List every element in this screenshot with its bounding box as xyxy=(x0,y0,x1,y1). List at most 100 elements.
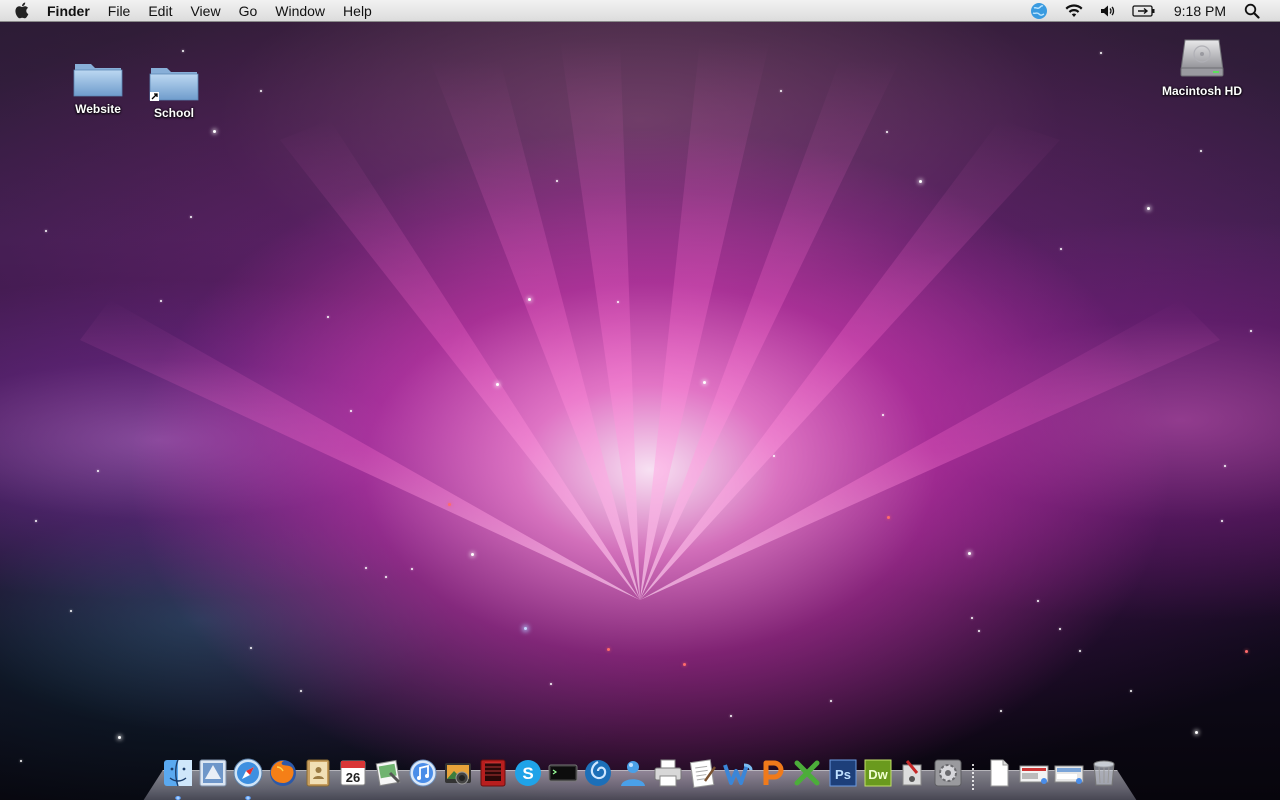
spotlight-search-icon[interactable] xyxy=(1244,0,1260,22)
star xyxy=(556,180,558,182)
menu-edit[interactable]: Edit xyxy=(139,0,181,22)
dock-finder[interactable] xyxy=(161,756,195,800)
star xyxy=(327,316,329,318)
star xyxy=(886,131,888,133)
star xyxy=(496,383,499,386)
menu-go[interactable]: Go xyxy=(230,0,267,22)
star xyxy=(1060,248,1062,250)
dock-ichat[interactable] xyxy=(616,756,650,790)
dock-script-editor[interactable] xyxy=(896,756,930,790)
star xyxy=(35,520,37,522)
menu-help[interactable]: Help xyxy=(334,0,381,22)
finder-icon xyxy=(163,759,192,787)
star xyxy=(1079,650,1081,652)
dock-separator xyxy=(965,756,981,790)
star xyxy=(1037,600,1039,602)
dock-powerpoint[interactable] xyxy=(756,756,790,790)
star xyxy=(1000,710,1002,712)
dock-system-preferences[interactable] xyxy=(931,756,965,790)
star xyxy=(968,552,971,555)
dock-skype[interactable]: S xyxy=(511,756,545,790)
menu-window[interactable]: Window xyxy=(266,0,334,22)
aurora-rays xyxy=(80,40,1220,600)
star xyxy=(550,683,552,685)
safari-icon xyxy=(233,758,262,788)
spotlight-globe-icon[interactable] xyxy=(1030,0,1048,22)
star xyxy=(471,553,474,556)
iphoto-icon xyxy=(444,763,471,785)
dock-ical[interactable]: 26 xyxy=(336,756,370,790)
ichat-icon xyxy=(620,761,645,786)
battery-icon[interactable] xyxy=(1132,0,1156,22)
star xyxy=(887,516,890,519)
document-icon xyxy=(990,759,1008,787)
star xyxy=(97,470,99,472)
dock-safari[interactable] xyxy=(231,756,265,800)
dock-iphoto[interactable] xyxy=(441,756,475,790)
star xyxy=(300,690,302,692)
menu-view[interactable]: View xyxy=(181,0,229,22)
desktop-icon-macintosh-hd[interactable]: Macintosh HD xyxy=(1152,32,1252,98)
menu-file[interactable]: File xyxy=(99,0,140,22)
dock-printer[interactable] xyxy=(651,756,685,790)
dock-trash[interactable] xyxy=(1087,756,1121,790)
dock-stack[interactable] xyxy=(1052,756,1086,790)
dock-cyberduck[interactable] xyxy=(581,756,615,790)
star xyxy=(730,715,732,717)
star xyxy=(617,301,619,303)
dock-address-book[interactable] xyxy=(301,756,335,790)
word-icon xyxy=(722,763,752,785)
menu-app-finder[interactable]: Finder xyxy=(38,0,99,22)
hard-drive-icon xyxy=(1175,32,1229,80)
script-editor-icon xyxy=(902,760,921,786)
folder-icon xyxy=(71,50,125,98)
star xyxy=(1245,650,1248,653)
dock-mail[interactable] xyxy=(196,756,230,790)
mail-icon xyxy=(199,759,226,787)
running-indicator xyxy=(244,796,251,800)
dock-itunes[interactable] xyxy=(406,756,440,790)
apple-icon[interactable] xyxy=(14,2,30,20)
dock-downloads[interactable] xyxy=(1017,756,1051,790)
star xyxy=(45,230,47,232)
wifi-icon[interactable] xyxy=(1064,0,1084,22)
dock-photoshop[interactable]: Ps xyxy=(826,756,860,790)
star xyxy=(971,617,973,619)
photoshop-label: Ps xyxy=(835,767,851,782)
star xyxy=(1221,520,1223,522)
star xyxy=(70,610,72,612)
star xyxy=(411,568,413,570)
star xyxy=(1195,731,1198,734)
dock-preview[interactable] xyxy=(371,756,405,790)
dock-excel[interactable] xyxy=(791,756,825,790)
menu-clock[interactable]: 9:18 PM xyxy=(1174,3,1226,19)
dock-terminal[interactable] xyxy=(546,756,580,790)
star xyxy=(919,180,922,183)
star xyxy=(20,760,22,762)
star xyxy=(528,298,531,301)
star xyxy=(1130,690,1132,692)
star xyxy=(978,630,980,632)
powerpoint-icon xyxy=(763,760,783,785)
desktop-icon-label: Macintosh HD xyxy=(1161,84,1242,98)
star xyxy=(703,381,706,384)
downloads-stack-icon xyxy=(1019,765,1048,784)
star xyxy=(1059,628,1061,630)
dock: 26 S Ps Dw xyxy=(160,752,1121,800)
star xyxy=(882,414,884,416)
trash-icon xyxy=(1093,760,1114,786)
firefox-icon xyxy=(269,760,296,786)
star xyxy=(385,576,387,578)
dock-firefox[interactable] xyxy=(266,756,300,790)
desktop-icon-school[interactable]: School xyxy=(124,54,224,120)
dock-documents[interactable] xyxy=(982,756,1016,790)
volume-icon[interactable] xyxy=(1100,0,1116,22)
dock-photo-booth[interactable] xyxy=(476,756,510,790)
dock-dreamweaver[interactable]: Dw xyxy=(861,756,895,790)
calendar-date: 26 xyxy=(345,770,359,785)
star xyxy=(607,648,610,651)
dock-word[interactable] xyxy=(721,756,755,790)
dock-textedit[interactable] xyxy=(686,756,720,790)
star xyxy=(780,90,782,92)
system-preferences-icon xyxy=(934,759,961,787)
